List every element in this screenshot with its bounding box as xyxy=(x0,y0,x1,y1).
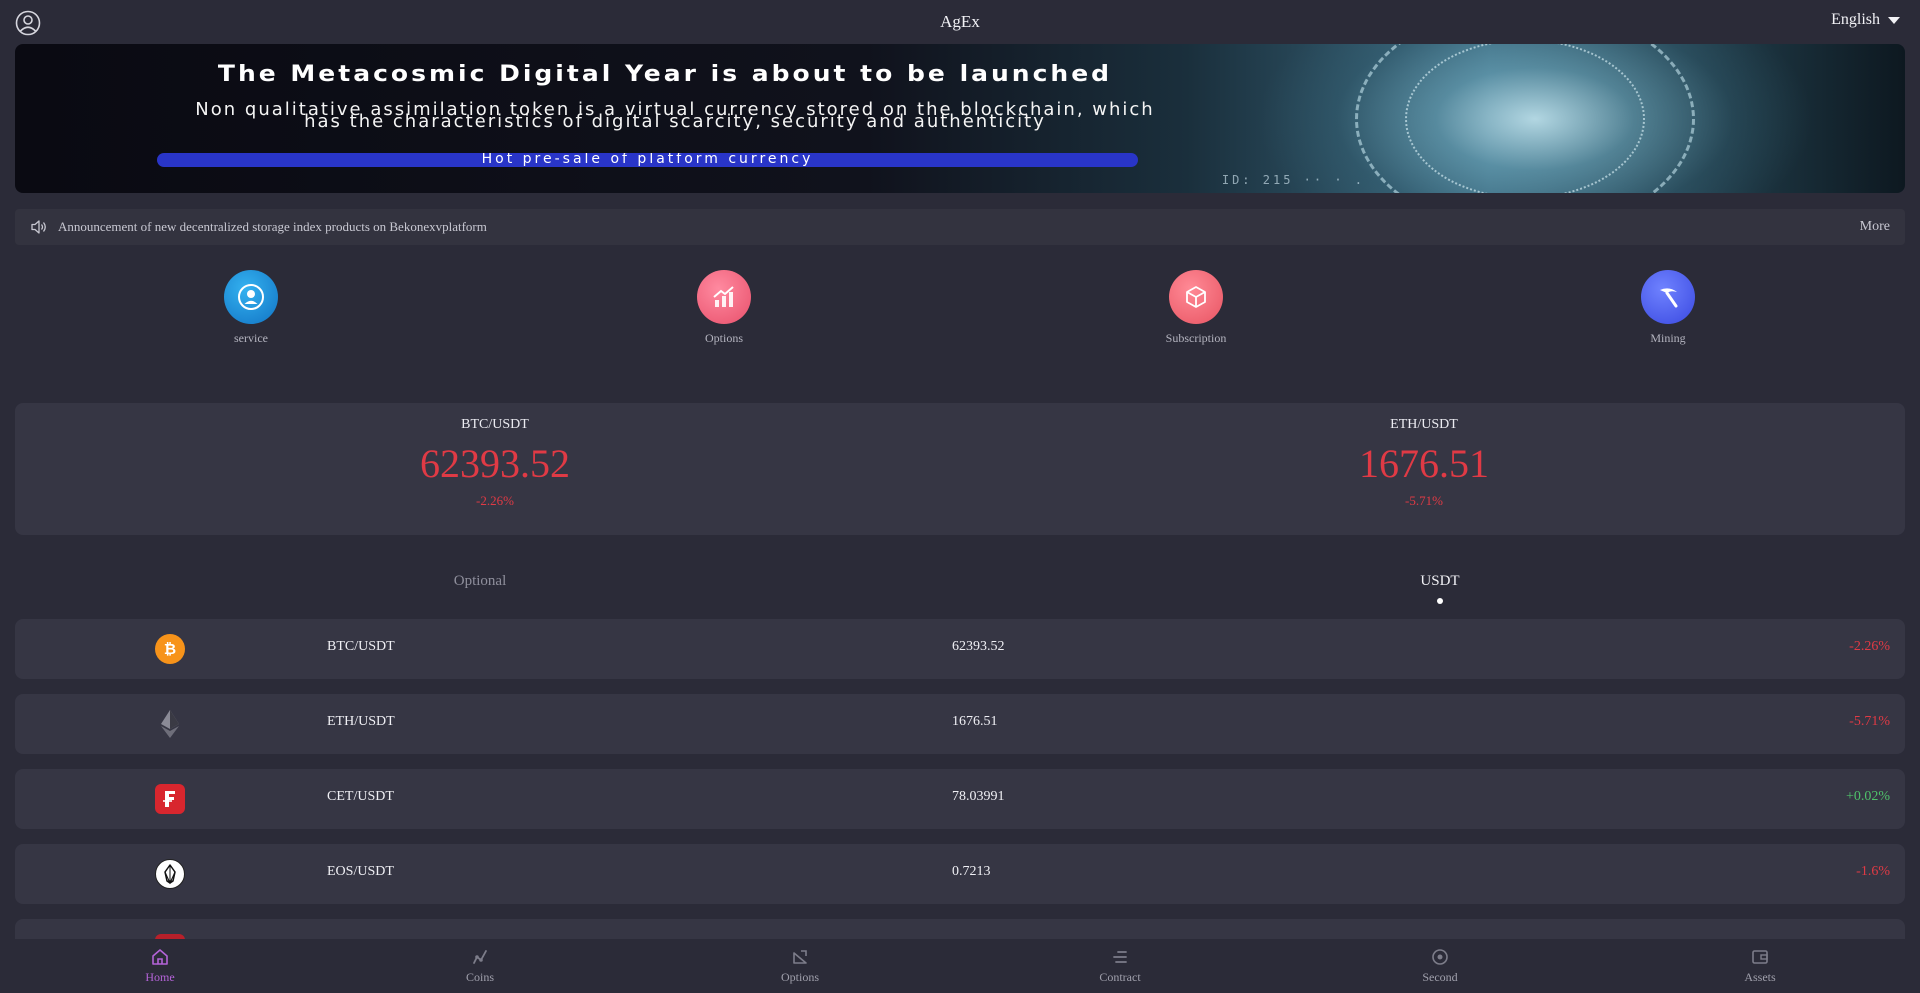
ticker-pair: ETH/USDT xyxy=(1390,417,1458,432)
language-selector[interactable]: English xyxy=(1831,11,1900,29)
nav-second[interactable]: Second xyxy=(1280,939,1600,993)
home-icon xyxy=(152,948,168,965)
app-header: AgEx English xyxy=(0,0,1920,44)
market-change: +0.02% xyxy=(1845,789,1890,804)
announcement-bar[interactable]: Announcement of new decentralized storag… xyxy=(15,209,1905,245)
tab-optional[interactable]: Optional xyxy=(380,573,580,590)
eos-icon xyxy=(155,859,185,889)
nav-coins[interactable]: Coins xyxy=(320,939,640,993)
tab-usdt[interactable]: USDT xyxy=(1340,573,1540,590)
ticker-eth[interactable]: ETH/USDT 1676.51 -5.71% xyxy=(1274,417,1574,509)
nav-assets[interactable]: Assets xyxy=(1600,939,1920,993)
banner-corner-text: ID: 215 ·· · . xyxy=(1221,173,1365,187)
more-link[interactable]: More xyxy=(1860,219,1890,235)
announcement-text[interactable]: Announcement of new decentralized storag… xyxy=(58,219,487,235)
table-row[interactable]: EOS/USDT 0.7213 -1.6% xyxy=(15,844,1905,904)
market-change: -2.26% xyxy=(1849,639,1890,654)
quick-link-subscription[interactable]: Subscription xyxy=(1126,270,1266,346)
quick-link-service[interactable]: service xyxy=(181,270,321,346)
quick-link-label: Options xyxy=(704,331,743,345)
chart-up-icon xyxy=(697,270,751,324)
market-price: 0.7213 xyxy=(952,864,991,879)
ticker-pair: BTC/USDT xyxy=(461,417,529,432)
pickaxe-icon xyxy=(1641,270,1695,324)
banner-ring-inner xyxy=(1405,44,1645,193)
options-icon xyxy=(793,949,807,964)
market-price: 62393.52 xyxy=(952,639,1005,654)
quick-link-label: Mining xyxy=(1650,331,1686,345)
promo-banner[interactable]: The Metacosmic Digital Year is about to … xyxy=(15,44,1905,193)
market-price: 78.03991 xyxy=(952,789,1005,804)
second-icon xyxy=(1432,948,1448,965)
market-pair: CET/USDT xyxy=(327,789,394,804)
quick-link-label: service xyxy=(234,331,268,345)
coins-icon xyxy=(473,949,487,964)
market-change: -5.71% xyxy=(1849,714,1890,729)
nav-home[interactable]: Home xyxy=(0,939,320,993)
market-pair: EOS/USDT xyxy=(327,864,394,879)
table-row[interactable]: ₿ BTC/USDT 62393.52 -2.26% xyxy=(15,619,1905,679)
banner-headline: The Metacosmic Digital Year is about to … xyxy=(217,60,1113,87)
quick-link-label: Subscription xyxy=(1165,331,1227,345)
market-change: -1.6% xyxy=(1856,864,1890,879)
wallet-icon xyxy=(1752,949,1768,964)
nav-label: Contract xyxy=(1099,969,1141,984)
ticker-price: 1676.51 xyxy=(1359,441,1489,486)
contract-icon xyxy=(1113,950,1127,963)
box-icon xyxy=(1169,270,1223,324)
active-tab-indicator xyxy=(1437,598,1443,604)
banner-presale-button[interactable]: Hot pre-sale of platform currency xyxy=(157,153,1138,167)
caret-down-icon xyxy=(1888,16,1900,24)
quick-link-options[interactable]: Options xyxy=(654,270,794,346)
ticker-price: 62393.52 xyxy=(420,441,570,486)
ethereum-icon xyxy=(155,709,185,739)
service-icon xyxy=(224,270,278,324)
bottom-nav: Home Coins Options Contract Second Asset… xyxy=(0,939,1920,993)
bitcoin-icon: ₿ xyxy=(155,634,185,664)
table-row[interactable]: ETH/USDT 1676.51 -5.71% xyxy=(15,694,1905,754)
app-title: AgEx xyxy=(940,12,980,31)
nav-label: Coins xyxy=(465,969,494,984)
market-pair: BTC/USDT xyxy=(327,639,395,654)
ticker-card: BTC/USDT 62393.52 -2.26% ETH/USDT 1676.5… xyxy=(15,403,1905,535)
ticker-change: -2.26% xyxy=(476,493,514,508)
quick-link-mining[interactable]: Mining xyxy=(1598,270,1738,346)
nav-label: Second xyxy=(1422,969,1458,984)
ticker-btc[interactable]: BTC/USDT 62393.52 -2.26% xyxy=(345,417,645,509)
nav-label: Assets xyxy=(1744,969,1776,984)
nav-options[interactable]: Options xyxy=(640,939,960,993)
ticker-change: -5.71% xyxy=(1405,493,1443,508)
table-row[interactable]: CET/USDT 78.03991 +0.02% xyxy=(15,769,1905,829)
svg-text:₿: ₿ xyxy=(164,640,176,658)
market-pair: ETH/USDT xyxy=(327,714,395,729)
banner-subtext: Non qualitative assimilation token is a … xyxy=(195,99,1155,132)
nav-label: Options xyxy=(780,969,819,984)
nav-label: Home xyxy=(145,969,175,984)
language-label: English xyxy=(1831,11,1880,28)
market-price: 1676.51 xyxy=(952,714,998,729)
speaker-icon xyxy=(31,220,46,234)
cet-icon xyxy=(155,784,185,814)
nav-contract[interactable]: Contract xyxy=(960,939,1280,993)
user-circle-icon[interactable] xyxy=(15,10,41,36)
